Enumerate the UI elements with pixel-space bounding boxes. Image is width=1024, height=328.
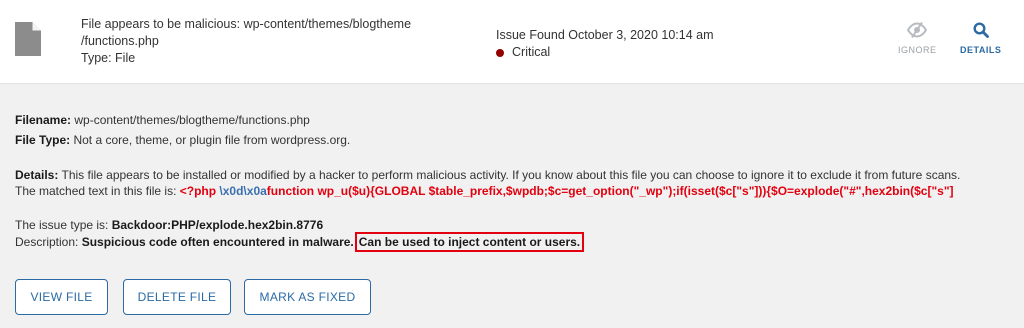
issue-type-row: The issue type is: Backdoor:PHP/explode.… — [15, 217, 323, 233]
description-value: Suspicious code often encountered in mal… — [81, 235, 354, 249]
filetype-label: File Type: — [15, 133, 71, 147]
filetype-value: Not a core, theme, or plugin file from w… — [73, 133, 351, 147]
file-icon — [15, 22, 41, 56]
filetype-row: File Type: Not a core, theme, or plugin … — [15, 132, 350, 148]
issue-type-label: The issue type is: — [15, 218, 109, 232]
issue-title-line2: /functions.php — [81, 34, 159, 48]
issue-type: Type: File — [81, 51, 136, 65]
issue-meta: Issue Found October 3, 2020 10:14 am Cri… — [496, 27, 714, 61]
matched-text-row: The matched text in this file is: <?php … — [15, 183, 954, 199]
description-label: Description: — [15, 235, 79, 249]
filename-label: Filename: — [15, 113, 72, 127]
delete-file-button[interactable]: DELETE FILE — [123, 279, 231, 315]
eye-slash-icon — [907, 22, 928, 38]
matched-code-open: <?php — [179, 184, 217, 198]
issue-header: File appears to be malicious: wp-content… — [0, 0, 1024, 84]
severity-dot — [496, 48, 504, 57]
matched-intro: The matched text in this file is: — [15, 184, 177, 198]
search-icon — [973, 22, 989, 38]
ignore-label: IGNORE — [898, 45, 937, 55]
issue-title-block: File appears to be malicious: wp-content… — [81, 16, 421, 67]
description-highlight: Can be used to inject content or users. — [354, 232, 585, 252]
view-file-button[interactable]: VIEW FILE — [15, 279, 108, 315]
matched-code-body: function wp_u($u){GLOBAL $table_prefix,$… — [266, 184, 954, 198]
details-label: DETAILS — [960, 45, 1002, 55]
details-text: This file appears to be installed or mod… — [61, 168, 961, 182]
filename-row: Filename: wp-content/themes/blogtheme/fu… — [15, 112, 310, 128]
matched-code-escape: \x0d\x0a — [219, 184, 267, 198]
details-row: Details: This file appears to be install… — [15, 167, 960, 183]
severity-row: Critical — [496, 44, 714, 61]
filename-value: wp-content/themes/blogtheme/functions.ph… — [74, 113, 310, 127]
ignore-button[interactable]: IGNORE — [898, 22, 937, 55]
issue-details-panel: Filename: wp-content/themes/blogtheme/fu… — [0, 85, 1024, 328]
issue-title-line1: File appears to be malicious: wp-content… — [81, 17, 412, 31]
issue-found-date: Issue Found October 3, 2020 10:14 am — [496, 28, 714, 42]
mark-as-fixed-button[interactable]: MARK AS FIXED — [244, 279, 371, 315]
description-row: Description: Suspicious code often encou… — [15, 232, 585, 252]
issue-type-value: Backdoor:PHP/explode.hex2bin.8776 — [111, 218, 324, 232]
details-button[interactable]: DETAILS — [960, 22, 1001, 55]
details-label-text: Details: — [15, 168, 59, 182]
severity-label: Critical — [512, 45, 551, 59]
